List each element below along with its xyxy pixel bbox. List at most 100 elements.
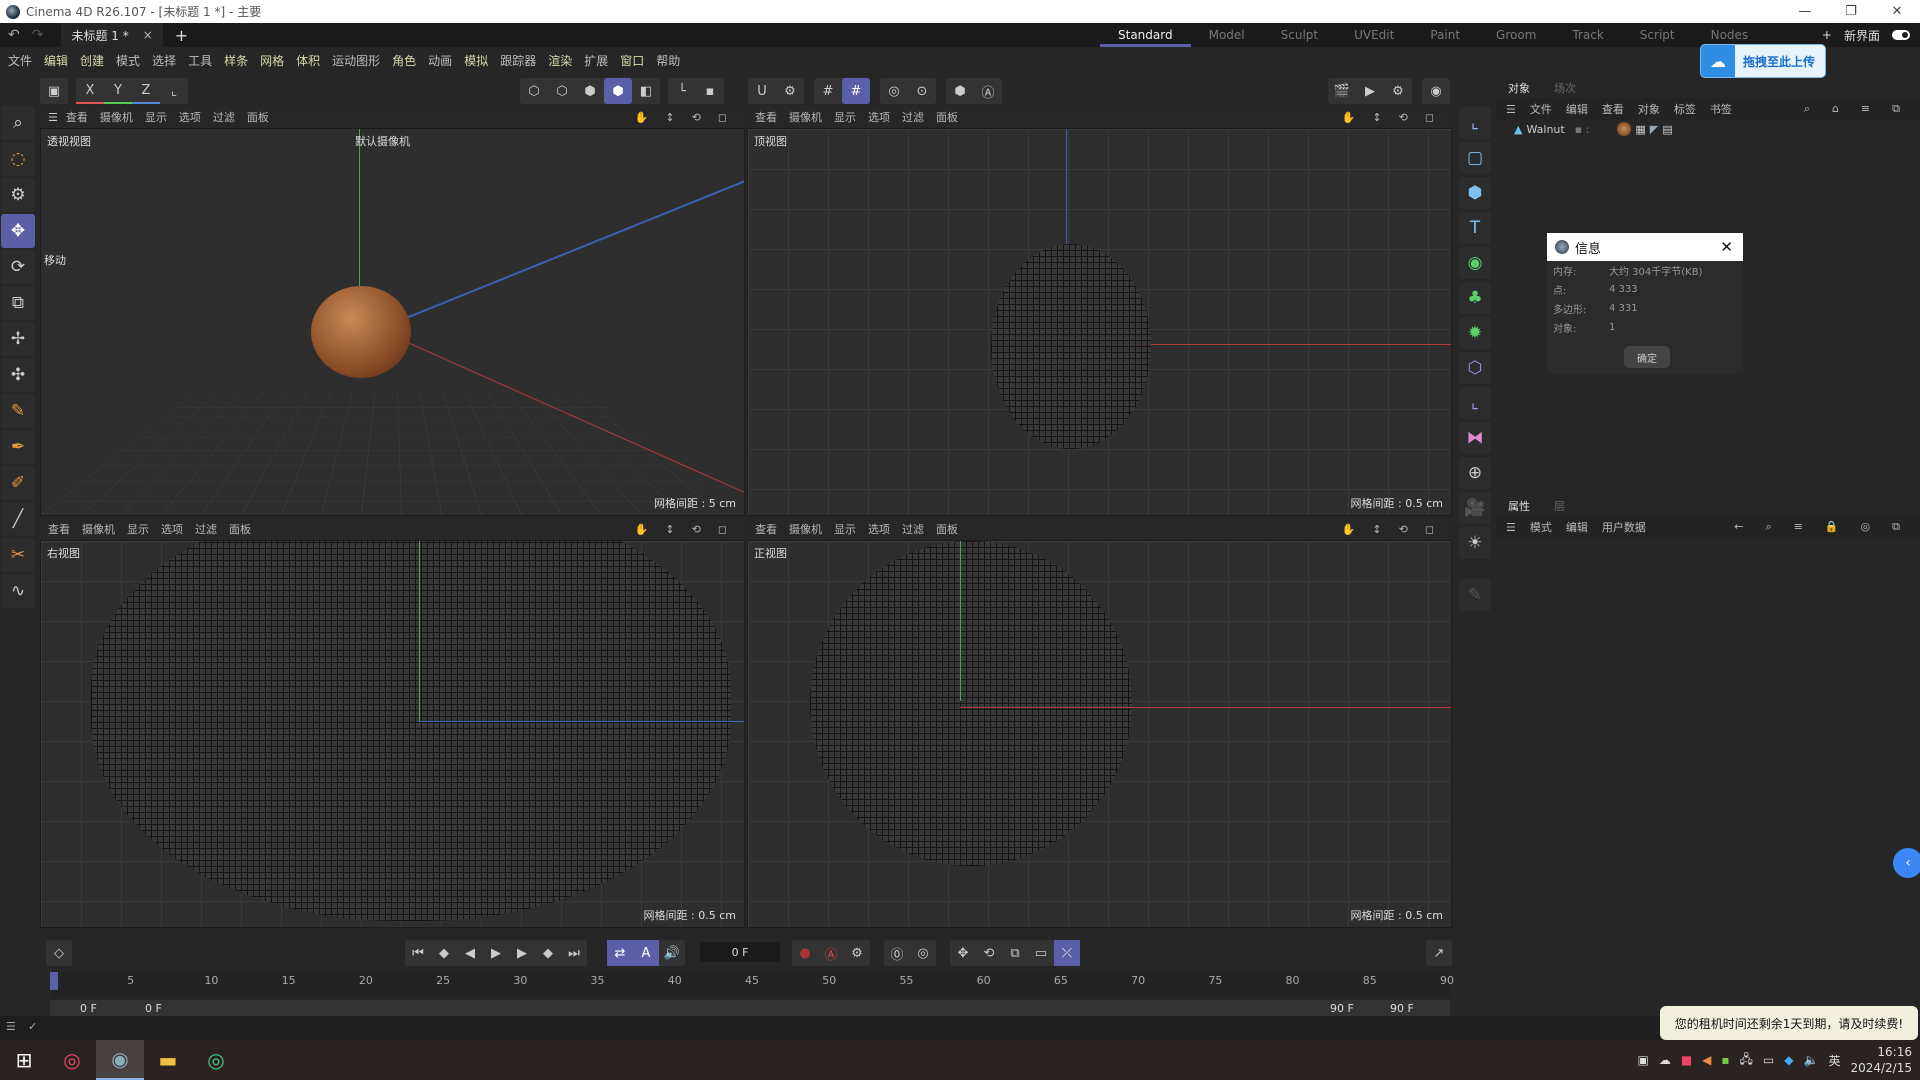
subdivision-icon[interactable]: ◉ bbox=[1459, 247, 1491, 279]
position-key-icon[interactable]: ✥ bbox=[950, 940, 976, 966]
ok-button[interactable]: 确定 bbox=[1624, 346, 1670, 368]
orbit-icon[interactable]: ⟲ bbox=[1399, 111, 1408, 124]
coordinate-system-icon[interactable]: ⌞ bbox=[160, 78, 188, 104]
new-window-icon[interactable]: ⧉ bbox=[1892, 520, 1900, 534]
model-mode-icon[interactable]: ⬢ bbox=[604, 78, 632, 104]
auto-key-icon[interactable]: Ⓐ bbox=[974, 78, 1002, 104]
menu-item[interactable]: 创建 bbox=[80, 52, 104, 69]
browser-icon[interactable]: ◎ bbox=[48, 1040, 96, 1080]
minimize-button[interactable]: — bbox=[1782, 0, 1828, 23]
tray-app2-icon[interactable]: ■ bbox=[1681, 1053, 1692, 1067]
range-end[interactable]: 90 F bbox=[1390, 1002, 1414, 1015]
polygon-pen-icon[interactable]: ✒ bbox=[1, 430, 35, 464]
next-frame-icon[interactable]: ▶ bbox=[509, 940, 535, 966]
menu-view[interactable]: 查看 bbox=[48, 521, 70, 537]
layout-tab-model[interactable]: Model bbox=[1191, 23, 1263, 47]
menu-item[interactable]: 动画 bbox=[428, 52, 452, 69]
render-settings-icon[interactable]: ⚙ bbox=[1384, 78, 1412, 104]
field-icon[interactable]: ⌞ bbox=[1459, 387, 1491, 419]
search-icon[interactable]: ⌕ bbox=[1765, 520, 1771, 534]
key-settings-icon[interactable]: ⚙ bbox=[844, 940, 870, 966]
menu-user-data[interactable]: 用户数据 bbox=[1602, 519, 1646, 535]
workplane-lock-icon[interactable]: # bbox=[842, 78, 870, 104]
menu-options[interactable]: 选项 bbox=[868, 521, 890, 537]
dolly-icon[interactable]: ↕ bbox=[665, 111, 674, 124]
playback-rate-icon[interactable]: A bbox=[633, 940, 659, 966]
browser-2-icon[interactable]: ◎ bbox=[192, 1040, 240, 1080]
close-tab-icon[interactable]: × bbox=[143, 28, 153, 42]
menu-item[interactable]: 编辑 bbox=[44, 52, 68, 69]
walnut-model[interactable] bbox=[311, 286, 411, 378]
menu-display[interactable]: 显示 bbox=[145, 109, 167, 125]
hamburger-icon[interactable]: ☰ bbox=[1506, 521, 1516, 534]
sound-icon[interactable]: 🔊 bbox=[659, 940, 685, 966]
tray-app3-icon[interactable]: ◆ bbox=[1784, 1053, 1793, 1067]
walnut-wireframe[interactable] bbox=[810, 541, 1132, 866]
viewport-solo-icon[interactable]: ⬢ bbox=[946, 78, 974, 104]
axis-mode-icon[interactable]: └ bbox=[668, 78, 696, 104]
loop-icon[interactable]: ⇄ bbox=[607, 940, 633, 966]
new-window-icon[interactable]: ⧉ bbox=[1892, 102, 1900, 116]
move-tool-icon[interactable]: ✥ bbox=[1, 214, 35, 248]
tab-objects[interactable]: 对象 bbox=[1496, 80, 1542, 96]
tab-layers[interactable]: 层 bbox=[1542, 498, 1577, 514]
target-icon[interactable]: ◎ bbox=[1861, 520, 1871, 534]
range-start[interactable]: 0 F bbox=[80, 1002, 97, 1015]
brush-icon[interactable]: ╱ bbox=[1, 502, 35, 536]
tray-app-icon[interactable]: ▣ bbox=[1637, 1053, 1648, 1067]
menu-camera[interactable]: 摄像机 bbox=[789, 109, 822, 125]
motion-icon[interactable]: ◎ bbox=[910, 940, 936, 966]
object-name[interactable]: Walnut bbox=[1526, 123, 1564, 136]
search-icon[interactable]: ⌕ bbox=[1804, 102, 1810, 116]
lock-icon[interactable]: 🔒 bbox=[1825, 520, 1839, 534]
current-frame-field[interactable]: 0 F bbox=[700, 942, 780, 962]
key-selection-icon[interactable]: ⓪ bbox=[884, 940, 910, 966]
viewport-front[interactable]: 正视图 网格间距 : 0.5 cm bbox=[747, 540, 1452, 928]
menu-item[interactable]: 跟踪器 bbox=[500, 52, 536, 69]
document-tab[interactable]: 未标题 1 * × bbox=[61, 23, 163, 47]
deformer-icon[interactable]: ⬡ bbox=[1459, 352, 1491, 384]
menu-item[interactable]: 角色 bbox=[392, 52, 416, 69]
keyframe-icon[interactable]: ◇ bbox=[46, 940, 72, 966]
hamburger-icon[interactable]: ☰ bbox=[48, 111, 58, 124]
spline-pen-icon[interactable]: ✎ bbox=[1, 394, 35, 428]
orbit-icon[interactable]: ⟲ bbox=[692, 523, 701, 536]
maximize-view-icon[interactable]: ◻ bbox=[1425, 111, 1434, 124]
windows-start-icon[interactable]: ⊞ bbox=[0, 1040, 48, 1080]
cloud-render-icon[interactable]: ◉ bbox=[1422, 78, 1450, 104]
layout-tab-uvedit[interactable]: UVEdit bbox=[1336, 23, 1412, 47]
menu-item[interactable]: 网格 bbox=[260, 52, 284, 69]
volume-icon[interactable]: ⧓ bbox=[1459, 422, 1491, 454]
menu-display[interactable]: 显示 bbox=[834, 521, 856, 537]
file-explorer-icon[interactable]: ▬ bbox=[144, 1040, 192, 1080]
line-cut-icon[interactable]: ✂ bbox=[1, 538, 35, 572]
layout-tab-standard[interactable]: Standard bbox=[1100, 23, 1191, 47]
menu-camera[interactable]: 摄像机 bbox=[82, 521, 115, 537]
tweak-mode-icon[interactable]: ▪ bbox=[696, 78, 724, 104]
close-dialog-button[interactable]: ✕ bbox=[1720, 238, 1733, 256]
pan-icon[interactable]: ✋ bbox=[1342, 111, 1356, 124]
record-icon[interactable]: ● bbox=[792, 940, 818, 966]
menu-view[interactable]: 查看 bbox=[66, 109, 88, 125]
search-icon[interactable]: ⌕ bbox=[1, 106, 35, 140]
menu-item[interactable]: 帮助 bbox=[656, 52, 680, 69]
viewport-perspective[interactable]: 透视视图 默认摄像机 移动 网格间距 : 5 cm bbox=[40, 128, 745, 516]
orbit-icon[interactable]: ⟲ bbox=[692, 111, 701, 124]
prev-key-icon[interactable]: ◆ bbox=[431, 940, 457, 966]
pan-icon[interactable]: ✋ bbox=[635, 111, 649, 124]
menu-view[interactable]: 查看 bbox=[1602, 101, 1624, 117]
edges-mode-icon[interactable]: ⬡ bbox=[548, 78, 576, 104]
filter-icon[interactable]: ≡ bbox=[1861, 102, 1870, 116]
texture-mode-icon[interactable]: ◧ bbox=[632, 78, 660, 104]
new-ui-toggle[interactable] bbox=[1892, 30, 1910, 40]
menu-panel[interactable]: 面板 bbox=[247, 109, 269, 125]
scale-tool-icon[interactable]: ⧉ bbox=[1, 286, 35, 320]
cinema4d-taskbar-icon[interactable]: ◉ bbox=[96, 1040, 144, 1080]
volume-icon[interactable]: 🔈 bbox=[1804, 1053, 1819, 1067]
walnut-wireframe[interactable] bbox=[91, 541, 731, 921]
dolly-icon[interactable]: ↕ bbox=[1372, 523, 1381, 536]
play-icon[interactable]: ▶ bbox=[483, 940, 509, 966]
cube-primitive-icon[interactable]: ⬢ bbox=[1459, 177, 1491, 209]
viewport-top[interactable]: 顶视图 网格间距 : 0.5 cm bbox=[747, 128, 1452, 516]
viewport-right[interactable]: 右视图 网格间距 : 0.5 cm bbox=[40, 540, 745, 928]
